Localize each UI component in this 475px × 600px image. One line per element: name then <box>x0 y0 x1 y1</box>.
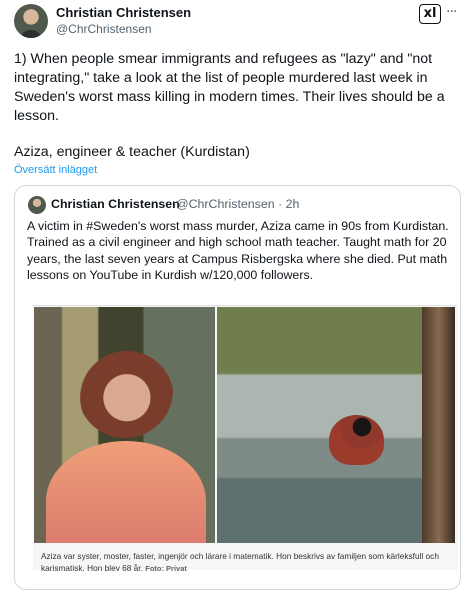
post-subtext: Aziza, engineer & teacher (Kurdistan) <box>14 144 250 160</box>
more-options-icon[interactable]: ··· <box>446 4 457 20</box>
author-handle[interactable]: @ChrChristensen <box>56 22 152 36</box>
photo-caption: Aziza var syster, moster, faster, ingenj… <box>41 550 453 575</box>
river-photo[interactable] <box>217 307 455 543</box>
quoted-author-handle-time[interactable]: @ChrChristensen · 2h <box>176 197 299 211</box>
quoted-author-avatar[interactable] <box>28 196 46 214</box>
tweet-header: Christian Christensen @ChrChristensen xl… <box>14 4 464 40</box>
quoted-author-display-name[interactable]: Christian Christensen <box>51 197 180 211</box>
quoted-tweet-text: A victim in #Sweden's worst mass murder,… <box>27 219 449 282</box>
post-text: 1) When people smear immigrants and refu… <box>14 51 445 124</box>
author-display-name[interactable]: Christian Christensen <box>56 5 191 20</box>
x-logo-icon: xl <box>419 4 441 24</box>
caption-text: Aziza var syster, moster, faster, ingenj… <box>41 551 439 573</box>
translate-post-link[interactable]: Översätt inlägget <box>14 164 97 176</box>
quoted-tweet-card[interactable]: Christian Christensen @ChrChristensen · … <box>14 185 461 590</box>
photo-credit: Foto: Privat <box>145 564 187 573</box>
author-avatar[interactable] <box>14 4 48 38</box>
quoted-media-panel[interactable]: Aziza var syster, moster, faster, ingenj… <box>33 305 458 573</box>
portrait-photo[interactable] <box>34 307 215 543</box>
